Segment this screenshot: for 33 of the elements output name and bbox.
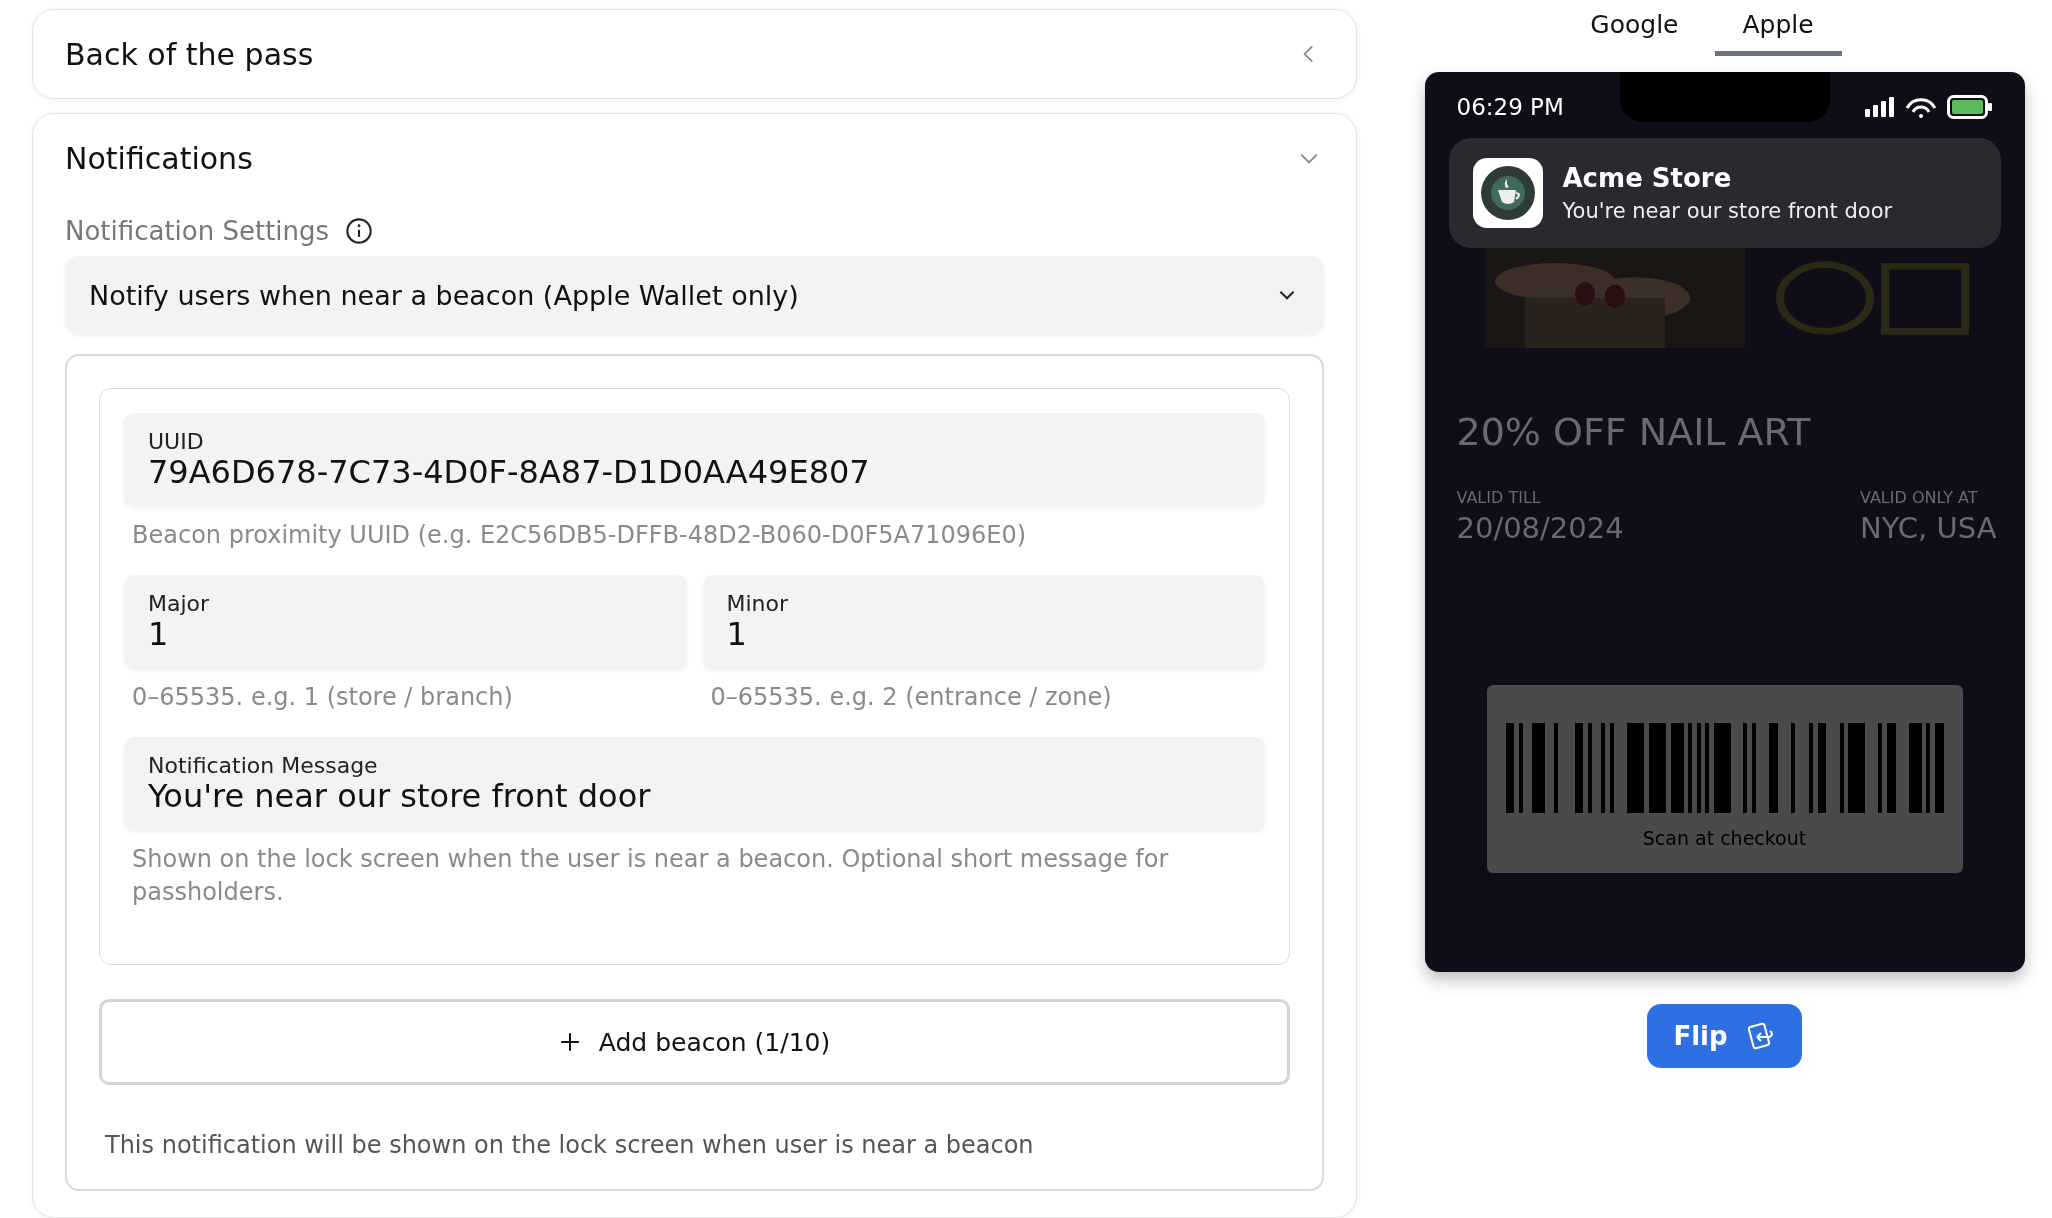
pass-field-value: NYC, USA (1859, 511, 1997, 545)
pass-field-label: VALID ONLY AT (1859, 488, 1978, 507)
message-field[interactable]: Notification Message You're near our store front door (124, 737, 1265, 832)
info-icon[interactable] (345, 217, 374, 246)
notification-type-select[interactable]: Notify users when near a beacon (Apple Wallet only) (65, 256, 1324, 335)
section-title: Back of the pass (65, 36, 314, 72)
major-field[interactable]: Major 1 (124, 575, 687, 670)
footer-note: This notification will be shown on the lock screen when user is near a beacon (104, 1131, 1035, 1159)
notification-banner[interactable]: Acme Store You're near our store front door (1448, 138, 2001, 248)
coffee-cup-icon (1472, 158, 1543, 228)
add-beacon-button[interactable]: Add beacon (1/10) (99, 999, 1290, 1085)
field-hint: 0–65535. e.g. 2 (entrance / zone) (709, 682, 1113, 714)
field-hint: Shown on the lock screen when the user is near a beacon. Optional short message for passholders. (131, 844, 1170, 908)
flip-button[interactable]: Flip (1647, 1004, 1802, 1068)
battery-icon (1946, 95, 1993, 119)
field-hint: Beacon proximity UUID (e.g. E2C56DB5-DFFB-48D2-B060-D0F5A71096E0) (131, 519, 1028, 551)
pass-field-label: VALID TILL (1456, 488, 1542, 507)
field-hint: 0–65535. e.g. 1 (store / branch) (131, 682, 514, 714)
uuid-field[interactable]: UUID 79A6D678-7C73-4D0F-8A87-D1D0AA49E807 (124, 413, 1265, 507)
pass-field-value: 20/08/2024 (1456, 511, 1624, 545)
notification-message: You're near our store front door (1562, 199, 1893, 223)
settings-label: Notification Settings (65, 216, 330, 247)
pass-headline: 20% OFF NAIL ART (1456, 410, 1812, 454)
section-title: Notifications (65, 140, 253, 176)
status-time: 06:29 PM (1456, 94, 1564, 120)
platform-tab[interactable]: Apple (1714, 0, 1842, 56)
barcode-caption: Scan at checkout (1642, 827, 1807, 849)
minor-field[interactable]: Minor 1 (702, 575, 1265, 670)
signal-icon (1864, 97, 1895, 117)
plus-icon (558, 1031, 581, 1053)
wifi-icon (1904, 96, 1937, 118)
notification-app-name: Acme Store (1562, 163, 1733, 193)
platform-tab[interactable]: Google (1562, 0, 1707, 56)
